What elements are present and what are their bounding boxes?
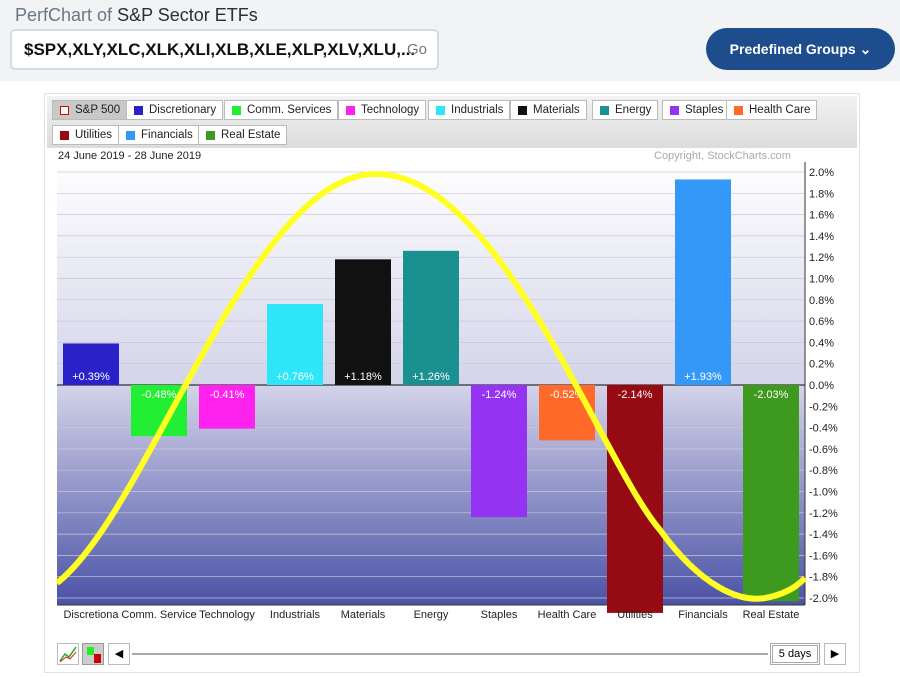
data-label: -2.03% [754,389,789,401]
bar [403,250,459,385]
data-label: -0.48% [142,389,177,401]
data-label: +0.76% [276,371,314,383]
data-label: +1.93% [684,371,722,383]
data-label: -2.14% [618,389,653,401]
x-tick-label: Financials [678,609,728,621]
y-tick-label: -1.6% [809,550,838,562]
data-label: +1.18% [344,371,382,383]
data-label: +1.26% [412,371,450,383]
data-label: +0.39% [72,371,110,383]
y-tick-label: 0.0% [809,380,834,392]
x-tick-label: Materials [341,609,386,621]
scroll-right-button[interactable]: ▶ [824,643,846,665]
y-tick-label: 1.8% [809,188,834,200]
bar [335,259,391,385]
x-tick-label: Real Estate [743,609,800,621]
y-tick-label: 0.6% [809,316,834,328]
y-tick-label: -0.4% [809,423,838,435]
x-tick-label: Technology [199,609,255,621]
y-tick-label: 1.6% [809,210,834,222]
line-chart-icon[interactable] [57,643,79,665]
y-tick-label: -1.0% [809,487,838,499]
x-tick-label: Industrials [270,609,321,621]
y-tick-label: -0.8% [809,465,838,477]
perf-chart: 2.0% 1.8% 1.6% 1.4% 1.2% 1.0% 0.8% 0.6% 0.4% 0.2%… [55,162,838,621]
y-tick-label: -0.2% [809,401,838,413]
bar [471,385,527,518]
bar [675,179,731,385]
y-tick-label: 0.4% [809,337,834,349]
y-tick-label: -1.2% [809,508,838,520]
y-tick-label: 2.0% [809,167,834,179]
y-tick-label: 0.2% [809,359,834,371]
y-tick-label: 1.4% [809,231,834,243]
x-tick-label: Utilities [617,609,653,621]
y-tick-label: -1.4% [809,529,838,541]
x-tick-label: Discretiona [63,609,119,621]
y-tick-label: -2.0% [809,593,838,605]
period-label[interactable]: 5 days [770,643,820,665]
x-tick-label: Health Care [538,609,597,621]
y-tick-label: -0.6% [809,444,838,456]
x-tick-label: Staples [481,609,518,621]
y-tick-label: 1.0% [809,274,834,286]
y-tick-label: -1.8% [809,572,838,584]
bar-chart-icon[interactable] [82,643,104,665]
y-tick-label: 1.2% [809,252,834,264]
bar [743,385,799,602]
y-tick-label: 0.8% [809,295,834,307]
x-tick-label: Energy [414,609,449,621]
period-slider[interactable] [132,653,768,655]
data-label: -0.41% [210,389,245,401]
x-tick-label: Comm. Service [121,609,196,621]
scroll-left-button[interactable]: ◀ [108,643,130,665]
data-label: -1.24% [482,389,517,401]
